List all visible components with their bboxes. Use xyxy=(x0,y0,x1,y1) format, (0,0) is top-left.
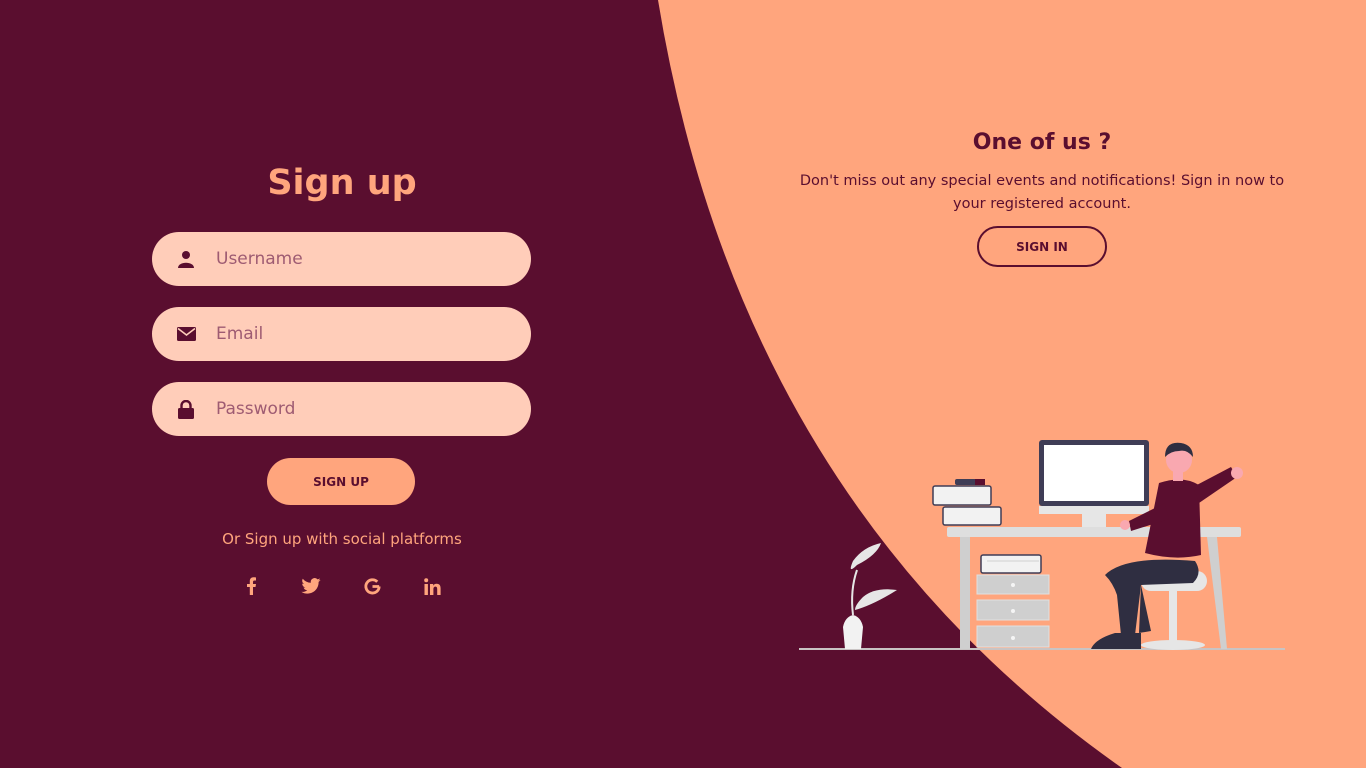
user-icon xyxy=(176,249,196,269)
password-input[interactable] xyxy=(214,388,508,430)
username-field[interactable] xyxy=(152,232,531,286)
signin-panel-text: Don't miss out any special events and no… xyxy=(799,173,1285,212)
envelope-icon xyxy=(176,324,196,344)
facebook-icon[interactable] xyxy=(239,574,263,598)
google-icon[interactable] xyxy=(360,574,384,598)
desk-illustration xyxy=(799,440,1285,650)
signup-title: Sign up xyxy=(267,163,417,203)
social-signup-text: Or Sign up with social platforms xyxy=(222,530,462,548)
username-input[interactable] xyxy=(214,238,508,280)
twitter-icon[interactable] xyxy=(299,574,323,598)
password-field[interactable] xyxy=(152,382,531,436)
lock-icon xyxy=(176,399,196,419)
plant-illustration xyxy=(843,543,897,649)
linkedin-icon[interactable] xyxy=(420,574,444,598)
signup-button[interactable]: SIGN UP xyxy=(267,458,415,505)
signin-button[interactable]: SIGN IN xyxy=(977,226,1107,267)
email-input[interactable] xyxy=(214,313,508,355)
signin-panel-title: One of us ? xyxy=(972,130,1112,155)
books-illustration xyxy=(932,479,1002,526)
monitor-illustration xyxy=(1039,440,1149,527)
email-field[interactable] xyxy=(152,307,531,361)
